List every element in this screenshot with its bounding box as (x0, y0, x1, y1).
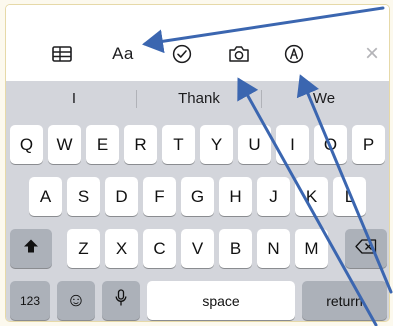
key-w[interactable]: W (48, 125, 81, 164)
key-k[interactable]: K (295, 177, 328, 216)
key-f[interactable]: F (143, 177, 176, 216)
camera-icon (228, 45, 250, 63)
checklist-icon (172, 44, 192, 64)
key-a[interactable]: A (29, 177, 62, 216)
close-icon: × (364, 40, 379, 67)
key-r[interactable]: R (124, 125, 157, 164)
suggestion-2[interactable]: Thank (137, 81, 261, 117)
key-q[interactable]: Q (10, 125, 43, 164)
key-i[interactable]: I (276, 125, 309, 164)
key-e[interactable]: E (86, 125, 119, 164)
key-d[interactable]: D (105, 177, 138, 216)
format-toolbar: Aa × (6, 5, 389, 82)
space-key[interactable]: space (147, 281, 295, 320)
key-m[interactable]: M (295, 229, 328, 268)
table-icon (52, 46, 72, 62)
delete-key[interactable] (345, 229, 387, 268)
key-v[interactable]: V (181, 229, 214, 268)
key-n[interactable]: N (257, 229, 290, 268)
key-t[interactable]: T (162, 125, 195, 164)
key-l[interactable]: L (333, 177, 366, 216)
key-z[interactable]: Z (67, 229, 100, 268)
markup-button[interactable] (282, 41, 306, 67)
shift-icon (23, 238, 39, 259)
shift-key[interactable] (10, 229, 52, 268)
camera-button[interactable] (226, 41, 252, 67)
backspace-icon (355, 238, 377, 259)
key-o[interactable]: O (314, 125, 347, 164)
emoji-icon: ☺ (66, 289, 86, 311)
dictation-key[interactable] (102, 281, 140, 320)
numbers-key[interactable]: 123 (10, 281, 50, 320)
key-j[interactable]: J (257, 177, 290, 216)
return-key[interactable]: return (302, 281, 387, 320)
key-c[interactable]: C (143, 229, 176, 268)
key-x[interactable]: X (105, 229, 138, 268)
checklist-button[interactable] (170, 41, 194, 67)
format-button[interactable]: Aa (106, 41, 140, 67)
key-h[interactable]: H (219, 177, 252, 216)
keyboard: I Thank We Q W E R T Y U I O P A S D F G… (6, 81, 389, 321)
key-p[interactable]: P (352, 125, 385, 164)
predictive-bar: I Thank We (6, 81, 389, 117)
key-g[interactable]: G (181, 177, 214, 216)
suggestion-1[interactable]: I (12, 81, 136, 117)
microphone-icon (115, 289, 127, 312)
notes-screenshot: Aa × I Thank We Q W E R T Y U I O P A S … (5, 4, 390, 322)
close-button[interactable]: × (362, 40, 382, 67)
format-label: Aa (112, 44, 134, 63)
markup-icon (284, 44, 304, 64)
suggestion-3[interactable]: We (262, 81, 386, 117)
emoji-key[interactable]: ☺ (57, 281, 95, 320)
table-button[interactable] (50, 41, 74, 67)
key-b[interactable]: B (219, 229, 252, 268)
key-s[interactable]: S (67, 177, 100, 216)
key-u[interactable]: U (238, 125, 271, 164)
key-y[interactable]: Y (200, 125, 233, 164)
